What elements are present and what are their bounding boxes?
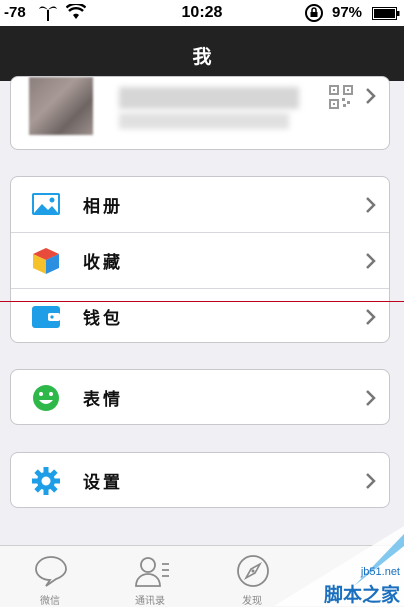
menu-item-label: 收藏 — [83, 253, 123, 273]
wallet-icon — [31, 303, 61, 331]
tab-label: 通讯录 — [135, 596, 165, 607]
menu-item-label: 钱包 — [83, 309, 123, 329]
avatar — [29, 77, 93, 135]
nav-bar: 我 — [0, 26, 404, 81]
menu-item-label: 设置 — [83, 473, 123, 493]
menu-item-favorites[interactable]: 收藏 — [11, 233, 389, 288]
page-title: 我 — [192, 46, 212, 68]
gear-icon — [31, 467, 61, 495]
battery-percent: 97% — [332, 4, 363, 21]
photo-album-icon — [31, 191, 61, 219]
watermark: jb51.net 脚本之家 — [274, 526, 404, 606]
favorites-cube-icon — [31, 247, 61, 275]
status-bar: -78 10:28 97% — [0, 0, 404, 26]
tab-contacts[interactable]: 通讯录 — [118, 546, 182, 607]
menu-card-stickers: 表情 — [10, 369, 390, 425]
chevron-right-icon — [365, 252, 377, 270]
battery-icon — [372, 7, 400, 24]
menu-item-label: 表情 — [83, 390, 123, 410]
smiley-icon — [31, 384, 61, 412]
chevron-right-icon — [365, 308, 377, 326]
chevron-right-icon — [365, 472, 377, 490]
chevron-right-icon — [365, 389, 377, 407]
chevron-right-icon — [365, 87, 377, 109]
chevron-right-icon — [365, 196, 377, 214]
rotation-lock-icon — [304, 3, 324, 27]
menu-item-settings[interactable]: 设置 — [11, 453, 389, 507]
menu-item-album[interactable]: 相册 — [11, 177, 389, 232]
chat-bubble-icon — [34, 554, 68, 592]
menu-item-wallet[interactable]: 钱包 — [11, 289, 389, 342]
watermark-name: 脚本之家 — [323, 584, 400, 606]
menu-item-stickers[interactable]: 表情 — [11, 370, 389, 424]
compass-icon — [236, 554, 270, 592]
profile-id-blurred — [119, 113, 289, 129]
profile-card[interactable] — [10, 76, 390, 150]
tab-chats[interactable]: 微信 — [18, 546, 82, 607]
menu-card-main: 相册 收藏 钱包 — [10, 176, 390, 343]
watermark-site: jb51.net — [360, 566, 400, 578]
tab-label: 微信 — [40, 596, 60, 607]
menu-card-settings: 设置 — [10, 452, 390, 508]
menu-item-label: 相册 — [83, 197, 123, 217]
qr-code-icon — [329, 85, 353, 113]
red-guide-line — [0, 301, 404, 302]
contacts-icon — [134, 554, 170, 592]
profile-name-blurred — [119, 87, 299, 109]
